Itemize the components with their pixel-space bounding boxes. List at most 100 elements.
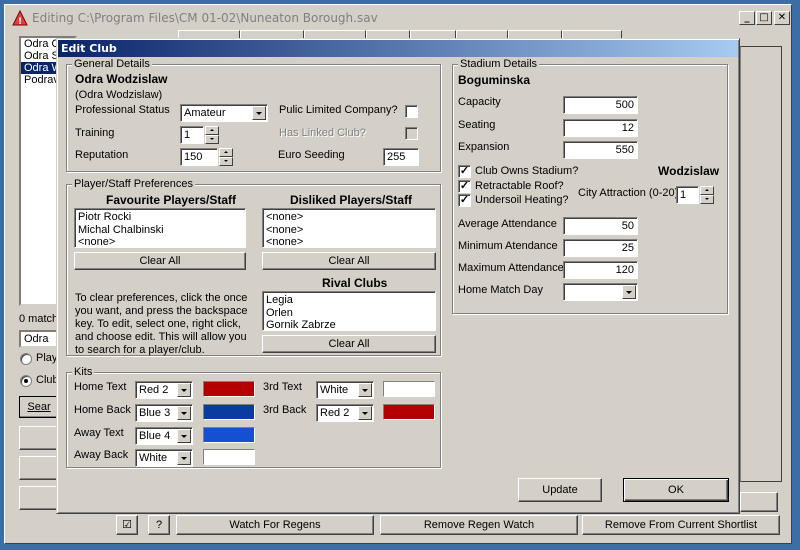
kit-away-back-value: White (139, 452, 168, 464)
reputation-input[interactable]: 150 (180, 148, 218, 166)
spin-up-icon[interactable] (700, 186, 714, 195)
avg-attendance-input[interactable]: 50 (563, 217, 638, 235)
svg-text:!: ! (18, 17, 22, 26)
close-button[interactable]: ✕ (774, 11, 790, 25)
list-item[interactable]: <none> (266, 211, 432, 224)
radio-player-label: Play (36, 352, 58, 364)
chevron-down-icon[interactable] (177, 429, 191, 443)
list-item[interactable]: <none> (266, 236, 432, 249)
clear-favourites-button[interactable]: Clear All (74, 252, 246, 270)
city-attraction-input[interactable]: 1 (676, 186, 699, 204)
kit-away-text-select[interactable]: Blue 4 (135, 427, 193, 445)
linked-club-label: Has Linked Club? (279, 127, 366, 139)
kit-third-text-label: 3rd Text (263, 381, 302, 393)
favourite-heading: Favourite Players/Staff (106, 193, 237, 207)
chevron-down-icon[interactable] (252, 106, 266, 120)
max-attendance-input[interactable]: 120 (563, 261, 638, 279)
kit-home-text-select[interactable]: Red 2 (135, 381, 193, 399)
clear-rivals-button[interactable]: Clear All (262, 335, 436, 353)
disliked-list[interactable]: <none> <none> <none> (262, 208, 436, 248)
seating-input[interactable]: 12 (563, 119, 638, 137)
remove-from-shortlist-button[interactable]: Remove From Current Shortlist (582, 515, 780, 535)
euro-seeding-input[interactable]: 255 (383, 148, 419, 166)
radio-player[interactable] (20, 353, 32, 365)
kit-away-back-select[interactable]: White (135, 449, 193, 467)
kit-third-back-select[interactable]: Red 2 (316, 404, 374, 422)
remove-regen-watch-button[interactable]: Remove Regen Watch (380, 515, 578, 535)
list-item[interactable]: Piotr Rocki (78, 211, 242, 224)
professional-status-select[interactable]: Amateur (180, 104, 268, 122)
plc-checkbox[interactable] (405, 105, 418, 118)
left-button-2[interactable] (19, 456, 59, 480)
rival-clubs-list[interactable]: Legia Orlen Gornik Zabrze (262, 291, 436, 331)
owns-stadium-label: Club Owns Stadium? (475, 165, 579, 177)
help-button[interactable]: ? (148, 515, 170, 535)
kit-third-text-swatch (383, 381, 435, 397)
min-attendance-input[interactable]: 25 (563, 239, 638, 257)
checkbox-icon-button[interactable]: ☑ (116, 515, 138, 535)
general-details-legend: General Details (72, 58, 152, 70)
undersoil-heating-checkbox[interactable]: ✓ (458, 194, 471, 207)
minimize-button[interactable]: _ (739, 11, 755, 25)
clear-disliked-button[interactable]: Clear All (262, 252, 436, 270)
undersoil-heating-label: Undersoil Heating? (475, 194, 569, 206)
list-item[interactable]: Michal Chalbinski (78, 224, 242, 237)
watch-for-regens-button[interactable]: Watch For Regens (176, 515, 374, 535)
app-warning-icon: ! (12, 10, 28, 26)
spin-down-icon[interactable] (219, 157, 233, 166)
training-input[interactable]: 1 (180, 126, 204, 144)
kit-third-back-value: Red 2 (320, 407, 350, 419)
list-item[interactable]: Orlen (266, 307, 432, 320)
dialog-title: Edit Club (58, 40, 738, 57)
expansion-input[interactable]: 550 (563, 141, 638, 159)
ok-button[interactable]: OK (623, 478, 729, 502)
stadium-name: Boguminska (458, 73, 531, 87)
kit-home-back-value: Blue 3 (139, 407, 171, 419)
kit-third-text-value: White (320, 384, 349, 396)
spin-up-icon[interactable] (219, 148, 233, 157)
chevron-down-icon[interactable] (358, 406, 372, 420)
home-match-day-label: Home Match Day (458, 284, 543, 296)
capacity-label: Capacity (458, 96, 501, 108)
radio-club[interactable] (20, 375, 32, 387)
kit-away-back-swatch (203, 449, 255, 465)
list-item[interactable]: Legia (266, 294, 432, 307)
chevron-down-icon[interactable] (177, 383, 191, 397)
kit-home-text-value: Red 2 (139, 384, 169, 396)
maximize-button[interactable]: □ (756, 11, 772, 25)
home-match-day-select[interactable] (563, 283, 638, 301)
chevron-down-icon[interactable] (358, 383, 372, 397)
linked-club-checkbox[interactable] (405, 127, 418, 140)
rival-clubs-heading: Rival Clubs (322, 276, 388, 290)
main-window-title: Editing C:\Program Files\CM 01-02\Nuneat… (8, 7, 786, 29)
chevron-down-icon[interactable] (622, 285, 636, 299)
owns-stadium-checkbox[interactable]: ✓ (458, 165, 471, 178)
list-item[interactable]: Gornik Zabrze (266, 319, 432, 332)
search-button[interactable]: Sear (19, 396, 59, 418)
spin-up-icon[interactable] (205, 126, 219, 135)
training-spinner[interactable] (205, 126, 219, 144)
retractable-roof-checkbox[interactable]: ✓ (458, 180, 471, 193)
kit-home-back-label: Home Back (74, 404, 131, 416)
kit-home-text-label: Home Text (74, 381, 127, 393)
favourite-list[interactable]: Piotr Rocki Michal Chalbinski <none> (74, 208, 246, 248)
preferences-help-text: To clear preferences, click the once you… (75, 292, 248, 356)
chevron-down-icon[interactable] (177, 451, 191, 465)
left-button-3[interactable] (19, 486, 59, 510)
kit-away-text-label: Away Text (74, 427, 124, 439)
capacity-input[interactable]: 500 (563, 96, 638, 114)
left-button-1[interactable] (19, 426, 59, 450)
kit-third-text-select[interactable]: White (316, 381, 374, 399)
right-side-button[interactable] (740, 492, 778, 512)
reputation-spinner[interactable] (219, 148, 233, 166)
spin-down-icon[interactable] (700, 195, 714, 204)
kit-home-back-select[interactable]: Blue 3 (135, 404, 193, 422)
list-item[interactable]: <none> (266, 224, 432, 237)
update-button[interactable]: Update (518, 478, 602, 502)
avg-attendance-label: Average Attendance (458, 218, 557, 230)
chevron-down-icon[interactable] (177, 406, 191, 420)
list-item[interactable]: <none> (78, 236, 242, 249)
city-attraction-spinner[interactable] (700, 186, 714, 204)
spin-down-icon[interactable] (205, 135, 219, 144)
professional-status-label: Professional Status (75, 104, 170, 116)
